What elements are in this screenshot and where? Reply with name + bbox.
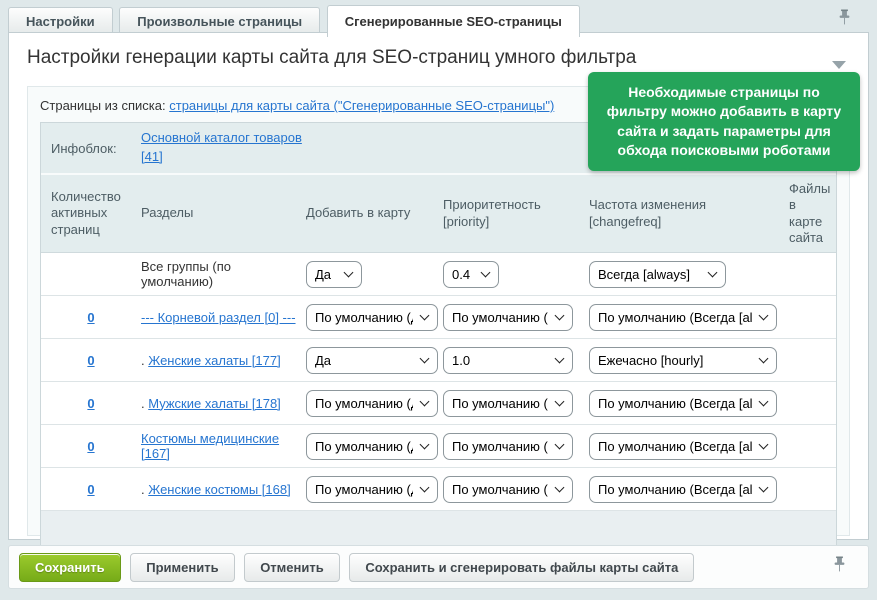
changefreq-select[interactable]: Всегда [always] xyxy=(589,261,726,288)
changefreq-select[interactable]: Ежечасно [hourly] xyxy=(589,347,777,374)
table-row: 0 --- Корневой раздел [0] --- По умолчан… xyxy=(41,296,836,339)
sections-table: Инфоблок: Основной каталог товаров [41] … xyxy=(40,122,837,556)
pin-icon[interactable] xyxy=(838,9,851,26)
cancel-button[interactable]: Отменить xyxy=(244,553,340,582)
tab-settings[interactable]: Настройки xyxy=(8,7,113,35)
changefreq-select[interactable]: По умолчанию (Всегда [always]) xyxy=(589,390,777,417)
priority-select[interactable]: По умолчанию (0.4) xyxy=(443,304,573,331)
col-header-add-to-map: Добавить в карту xyxy=(306,199,443,227)
changefreq-select[interactable]: По умолчанию (Всегда [always]) xyxy=(589,304,777,331)
infoblock-link[interactable]: Основной каталог товаров [41] xyxy=(141,129,326,167)
save-and-generate-button[interactable]: Сохранить и сгенерировать файлы карты са… xyxy=(349,553,694,582)
section-name: Все группы (по умолчанию) xyxy=(141,259,306,289)
tab-custom-pages[interactable]: Произвольные страницы xyxy=(119,7,320,35)
add-to-map-select[interactable]: По умолчанию (Да) xyxy=(306,304,438,331)
priority-select[interactable]: По умолчанию (0.4) xyxy=(443,476,573,503)
priority-select[interactable]: 1.0 xyxy=(443,347,573,374)
section-link[interactable]: Женские халаты [177] xyxy=(148,353,280,368)
section-link[interactable]: Костюмы медицинские [167] xyxy=(141,431,279,461)
pages-for-sitemap-link[interactable]: страницы для карты сайта ("Сгенерированн… xyxy=(169,98,554,113)
add-to-map-select[interactable]: По умолчанию (Да) xyxy=(306,476,438,503)
table-row: 0 . Мужские халаты [178] По умолчанию (Д… xyxy=(41,382,836,425)
table-row: 0 . Женские халаты [177] Да 1.0 Ежечасно… xyxy=(41,339,836,382)
active-pages-count-link[interactable]: 0 xyxy=(87,396,94,411)
active-pages-count-link[interactable]: 0 xyxy=(87,353,94,368)
col-header-changefreq: Частота изменения [changefreq] xyxy=(589,191,789,236)
changefreq-select[interactable]: По умолчанию (Всегда [always]) xyxy=(589,476,777,503)
table-row: Все группы (по умолчанию) Да 0.4 Всегда … xyxy=(41,253,836,296)
active-pages-count-link[interactable]: 0 xyxy=(87,310,94,325)
apply-button[interactable]: Применить xyxy=(130,553,234,582)
tab-generated-seo-pages[interactable]: Сгенерированные SEO-страницы xyxy=(327,5,580,37)
infoblock-label: Инфоблок: xyxy=(41,141,141,156)
add-to-map-select[interactable]: Да xyxy=(306,347,438,374)
hint-tooltip: Необходимые страницы по фильтру можно до… xyxy=(588,72,860,171)
section-link[interactable]: --- Корневой раздел [0] --- xyxy=(141,310,296,325)
add-to-map-select[interactable]: Да xyxy=(306,261,362,288)
col-header-active-pages-count: Количество активных страниц xyxy=(41,183,141,244)
col-header-sitemap-files: Файлы в карте сайта xyxy=(789,175,838,252)
changefreq-select[interactable]: По умолчанию (Всегда [always]) xyxy=(589,433,777,460)
pin-icon[interactable] xyxy=(833,556,846,573)
section-link[interactable]: Мужские халаты [178] xyxy=(148,396,281,411)
tab-bar: Настройки Произвольные страницы Сгенерир… xyxy=(0,0,877,33)
table-row: 0 Костюмы медицинские [167] По умолчанию… xyxy=(41,425,836,468)
table-row: 0 . Женские костюмы [168] По умолчанию (… xyxy=(41,468,836,511)
section-link[interactable]: Женские костюмы [168] xyxy=(148,482,290,497)
table-header-row: Количество активных страниц Разделы Доба… xyxy=(41,175,836,253)
active-pages-count-link[interactable]: 0 xyxy=(87,439,94,454)
col-header-sections: Разделы xyxy=(141,199,306,227)
add-to-map-select[interactable]: По умолчанию (Да) xyxy=(306,433,438,460)
col-header-priority: Приоритетность [priority] xyxy=(443,191,589,236)
active-pages-count-link[interactable]: 0 xyxy=(87,482,94,497)
pages-from-list-label: Страницы из списка: xyxy=(40,98,166,113)
priority-select[interactable]: По умолчанию (0.4) xyxy=(443,433,573,460)
priority-select[interactable]: По умолчанию (0.4) xyxy=(443,390,573,417)
add-to-map-select[interactable]: По умолчанию (Да) xyxy=(306,390,438,417)
save-button[interactable]: Сохранить xyxy=(19,553,121,582)
collapse-panel-icon[interactable] xyxy=(832,61,846,69)
priority-select[interactable]: 0.4 xyxy=(443,261,499,288)
form-buttons-bar: Сохранить Применить Отменить Сохранить и… xyxy=(8,545,869,589)
